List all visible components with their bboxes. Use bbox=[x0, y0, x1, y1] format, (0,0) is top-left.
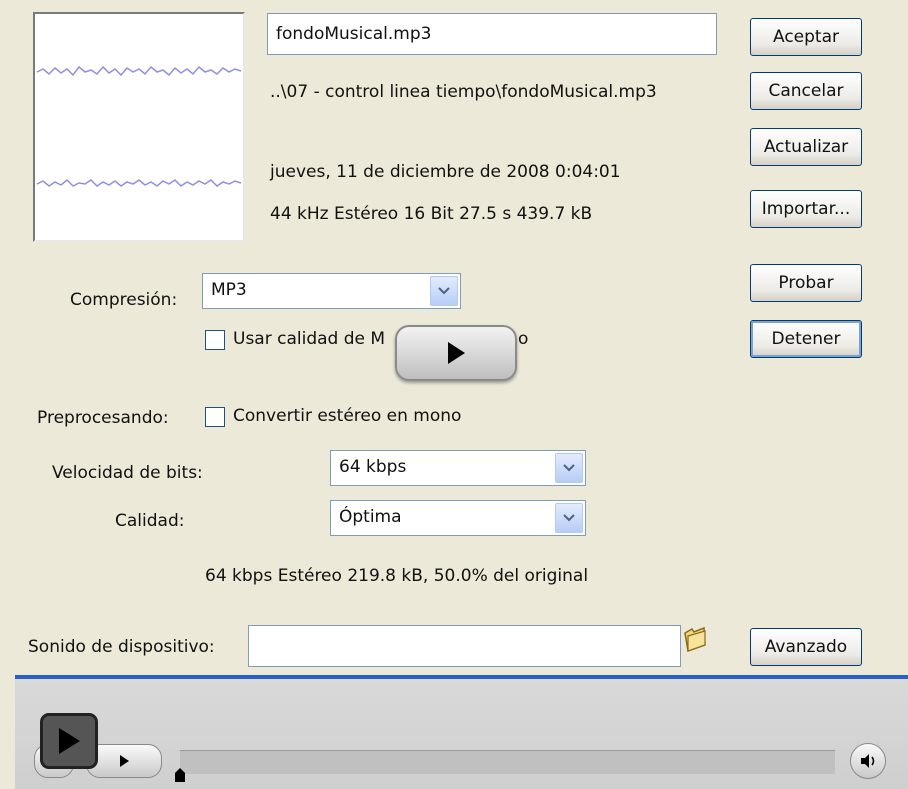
waveform-preview bbox=[33, 12, 245, 242]
accept-button[interactable]: Aceptar bbox=[750, 18, 862, 56]
waveform-channel-right bbox=[36, 178, 242, 187]
mono-checkbox-label: Convertir estéreo en mono bbox=[233, 406, 462, 426]
cancel-button[interactable]: Cancelar bbox=[750, 72, 862, 110]
filename-field[interactable]: fondoMusical.mp3 bbox=[267, 13, 717, 55]
quality-value: Óptima bbox=[339, 507, 402, 527]
overlay-play-button[interactable] bbox=[395, 325, 517, 381]
bitrate-value: 64 kbps bbox=[339, 457, 407, 477]
seek-handle[interactable] bbox=[174, 767, 186, 788]
compression-value: MP3 bbox=[211, 280, 247, 300]
speaker-icon bbox=[861, 754, 875, 768]
update-button[interactable]: Actualizar bbox=[750, 128, 862, 166]
file-path: ..\07 - control linea tiempo\fondoMusica… bbox=[270, 82, 657, 102]
chevron-down-icon[interactable] bbox=[430, 276, 458, 306]
play-icon bbox=[120, 755, 129, 767]
quality-checkbox[interactable] bbox=[205, 330, 225, 350]
quality-select[interactable]: Óptima bbox=[330, 500, 586, 536]
quality-checkbox-label: Usar calidad de M bbox=[233, 329, 386, 349]
waveform-graph bbox=[36, 65, 242, 187]
big-play-button[interactable] bbox=[40, 713, 98, 769]
quality-label: Calidad: bbox=[115, 511, 185, 531]
compression-select[interactable]: MP3 bbox=[202, 273, 461, 309]
compression-summary: 64 kbps Estéreo 219.8 kB, 50.0% del orig… bbox=[205, 566, 589, 586]
file-info: 44 kHz Estéreo 16 Bit 27.5 s 439.7 kB bbox=[270, 204, 593, 224]
bitrate-label: Velocidad de bits: bbox=[52, 463, 203, 483]
device-sound-field[interactable] bbox=[248, 625, 681, 667]
file-date: jueves, 11 de diciembre de 2008 0:04:01 bbox=[270, 162, 621, 182]
preprocessing-label: Preprocesando: bbox=[37, 408, 169, 428]
chevron-down-icon[interactable] bbox=[555, 453, 583, 483]
stop-button[interactable]: Detener bbox=[750, 320, 862, 358]
compression-label: Compresión: bbox=[70, 290, 178, 310]
device-sound-label: Sonido de dispositivo: bbox=[28, 637, 215, 657]
quality-checkbox-label-tail: o bbox=[518, 329, 529, 349]
chevron-down-icon[interactable] bbox=[555, 503, 583, 533]
mono-checkbox[interactable] bbox=[205, 407, 225, 427]
waveform-channel-left bbox=[36, 65, 242, 77]
test-button[interactable]: Probar bbox=[750, 264, 862, 302]
filename-value: fondoMusical.mp3 bbox=[276, 24, 432, 44]
advanced-button[interactable]: Avanzado bbox=[750, 628, 862, 666]
play-icon bbox=[59, 728, 80, 754]
import-button[interactable]: Importar... bbox=[750, 190, 862, 228]
folder-icon[interactable] bbox=[682, 625, 708, 658]
play-icon bbox=[448, 342, 465, 364]
bitrate-select[interactable]: 64 kbps bbox=[330, 450, 586, 486]
seek-bar[interactable] bbox=[180, 750, 835, 774]
volume-button[interactable] bbox=[850, 743, 886, 779]
